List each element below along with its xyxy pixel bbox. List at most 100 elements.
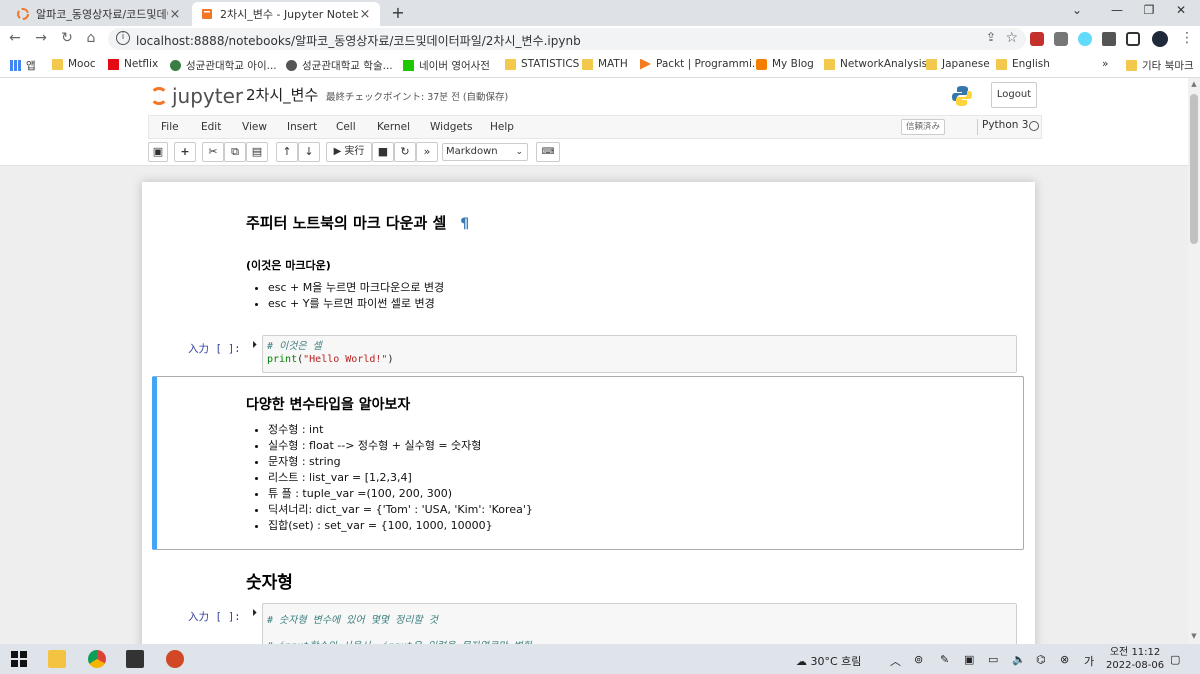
menu-help[interactable]: Help (490, 121, 514, 133)
restart-icon[interactable]: ↻ (394, 142, 416, 162)
menu-cell[interactable]: Cell (336, 121, 356, 133)
volume-icon[interactable]: 🔈 (1012, 653, 1026, 666)
reload-icon[interactable]: ↻ (58, 30, 76, 46)
bookmark-link[interactable]: Netflix (108, 58, 158, 70)
bookmark-link[interactable]: 네이버 영어사전 (403, 58, 490, 73)
weather-widget[interactable]: ☁ 30°C 흐림 (796, 653, 861, 669)
home-icon[interactable]: ⌂ (82, 30, 100, 46)
ime-icon[interactable]: 가 (1084, 653, 1094, 669)
bookmark-apps[interactable]: 앱 (10, 58, 36, 73)
pdf-extension-icon[interactable] (1030, 32, 1044, 46)
bookmark-folder[interactable]: NetworkAnalysis (824, 58, 927, 70)
restore-icon[interactable]: ❐ (1138, 3, 1160, 17)
menu-bar: File Edit View Insert Cell Kernel Widget… (148, 115, 1042, 139)
menu-edit[interactable]: Edit (201, 121, 221, 133)
insert-cell-icon[interactable]: + (174, 142, 196, 162)
notebook-title[interactable]: 2차시_변수 (246, 84, 318, 105)
share-icon[interactable]: ⇪ (986, 30, 996, 44)
interrupt-icon[interactable]: ■ (372, 142, 394, 162)
page-scrollbar[interactable]: ▲ ▼ (1188, 78, 1200, 644)
kernel-name[interactable]: Python 3 (977, 119, 1028, 135)
browser-tab-active[interactable]: 2차시_변수 - Jupyter Notebook × (192, 2, 380, 26)
bookmark-folder[interactable]: English (996, 58, 1050, 70)
tab-search-icon[interactable]: ⌄ (1066, 3, 1088, 17)
bookmark-folder-other[interactable]: 기타 북마크 (1126, 58, 1194, 73)
powerpoint-icon[interactable] (166, 650, 184, 668)
menu-file[interactable]: File (161, 121, 179, 133)
notification-icon[interactable]: ▢ (1170, 653, 1180, 666)
bookmark-link[interactable]: Packt | Programmi... (640, 58, 762, 70)
jupyter-favicon-icon (17, 8, 29, 20)
move-down-icon[interactable]: ↓ (298, 142, 320, 162)
extension-icon[interactable] (1054, 32, 1068, 46)
menu-insert[interactable]: Insert (287, 121, 317, 133)
close-tab-icon[interactable]: × (358, 7, 372, 22)
url-field[interactable]: i localhost:8888/notebooks/알파코_동영상자료/코드및… (108, 28, 1026, 50)
windows-start-icon[interactable] (10, 650, 28, 668)
minimize-icon[interactable]: — (1106, 3, 1128, 17)
command-palette-keyboard-icon[interactable]: ⌨ (536, 142, 560, 162)
markdown-heading[interactable]: 주피터 노트북의 마크 다운과 셀 ¶ (246, 212, 469, 233)
input-prompt: 入力 [ ]: (188, 611, 241, 623)
scrollbar-thumb[interactable] (1190, 94, 1198, 244)
show-hidden-icons-icon[interactable]: ︿ (890, 653, 901, 669)
display-icon[interactable]: ▣ (964, 653, 974, 666)
bookmarks-overflow-button[interactable]: » (1102, 58, 1108, 70)
side-panel-icon[interactable] (1126, 32, 1140, 46)
bookmark-link[interactable]: My Blog (756, 58, 814, 70)
bookmark-link[interactable]: 성균관대학교 아이... (170, 58, 277, 73)
tray-app-icon[interactable]: ⊗ (1060, 653, 1069, 666)
close-window-icon[interactable]: ✕ (1170, 3, 1192, 17)
new-tab-button[interactable]: + (388, 3, 408, 22)
run-cell-icon[interactable]: ⏵ (252, 340, 257, 351)
menu-view[interactable]: View (242, 121, 267, 133)
profile-avatar[interactable] (1152, 31, 1168, 47)
scroll-up-icon[interactable]: ▲ (1188, 80, 1200, 88)
cut-icon[interactable]: ✂ (202, 142, 224, 162)
network-icon[interactable]: ⌬ (1036, 653, 1046, 666)
bookmark-folder[interactable]: Japanese (926, 58, 990, 70)
battery-icon[interactable]: ▭ (988, 653, 998, 666)
site-info-icon[interactable]: i (116, 31, 130, 45)
react-devtools-icon[interactable] (1078, 32, 1092, 46)
bookmark-folder[interactable]: MATH (582, 58, 628, 70)
bookmark-folder[interactable]: Mooc (52, 58, 96, 70)
cloud-icon: ☁ (796, 655, 811, 668)
paste-icon[interactable]: ▤ (246, 142, 268, 162)
chrome-icon[interactable] (88, 650, 106, 668)
menu-kernel[interactable]: Kernel (377, 121, 410, 133)
code-cell-editor[interactable]: # 숫자형 변수에 있어 몇몇 정리할 것 # input함수의 사용시, in… (262, 603, 1017, 644)
logout-button[interactable]: Logout (991, 82, 1037, 108)
system-clock[interactable]: 오전 11:12 2022-08-06 (1106, 646, 1164, 672)
bookmark-link[interactable]: 성균관대학교 학술... (286, 58, 393, 73)
windows-taskbar: ☁ 30°C 흐림 ︿ ⊚ ✎ ▣ ▭ 🔈 ⌬ ⊗ 가 오전 11:12 202… (0, 644, 1200, 674)
code-cell-editor[interactable]: # 이것은 셀 print("Hello World!") (262, 335, 1017, 373)
file-explorer-icon[interactable] (48, 650, 66, 668)
restart-run-all-icon[interactable]: » (416, 142, 438, 162)
trusted-badge[interactable]: 信頼済み (901, 119, 946, 135)
jupyter-logo[interactable]: jupyter (150, 84, 243, 108)
globe-icon (286, 60, 297, 71)
bookmark-star-icon[interactable]: ☆ (1005, 30, 1018, 46)
anchor-link-icon[interactable]: ¶ (460, 216, 469, 232)
menu-widgets[interactable]: Widgets (430, 121, 472, 133)
scroll-down-icon[interactable]: ▼ (1188, 632, 1200, 640)
tray-app-icon[interactable]: ⊚ (914, 653, 923, 666)
bookmark-folder[interactable]: STATISTICS (505, 58, 579, 70)
close-tab-icon[interactable]: × (168, 7, 182, 22)
run-cell-icon[interactable]: ⏵ (252, 608, 257, 619)
move-up-icon[interactable]: ↑ (276, 142, 298, 162)
back-icon[interactable]: ← (6, 30, 24, 46)
browser-tab[interactable]: 알파코_동영상자료/코드및데이터 × (8, 2, 190, 26)
puzzle-extensions-icon[interactable] (1102, 32, 1116, 46)
menu-kebab-icon[interactable]: ⋮ (1178, 30, 1196, 46)
run-button[interactable]: ▶ 実行 (326, 142, 372, 162)
cell-type-select[interactable]: Markdown ⌄ (442, 143, 528, 161)
copy-icon[interactable]: ⧉ (224, 142, 246, 162)
pen-icon[interactable]: ✎ (940, 653, 949, 666)
notebook-favicon-icon (202, 9, 212, 19)
save-icon[interactable]: ▣ (148, 142, 168, 162)
folder-icon (505, 58, 516, 70)
terminal-icon[interactable] (126, 650, 144, 668)
forward-icon[interactable]: → (32, 30, 50, 46)
